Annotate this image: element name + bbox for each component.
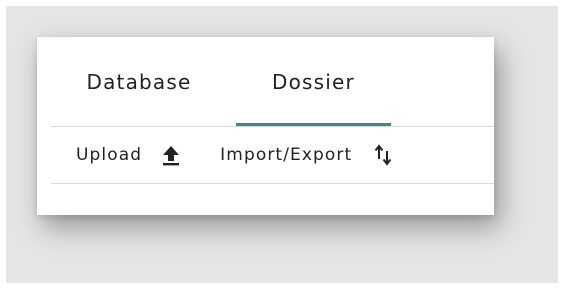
tab-dossier[interactable]: Dossier (236, 37, 391, 126)
sort-arrows-icon (373, 143, 393, 167)
dossier-panel: Database Dossier Upload Import/Export (37, 37, 494, 215)
upload-button[interactable]: Upload (76, 144, 181, 166)
divider (51, 183, 494, 184)
tab-database[interactable]: Database (71, 37, 207, 126)
upload-icon (161, 144, 181, 166)
tab-bar: Database Dossier (37, 37, 494, 126)
upload-label: Upload (76, 145, 143, 165)
import-export-label: Import/Export (220, 145, 353, 165)
import-export-button[interactable]: Import/Export (220, 143, 393, 167)
toolbar: Upload Import/Export (51, 127, 494, 183)
